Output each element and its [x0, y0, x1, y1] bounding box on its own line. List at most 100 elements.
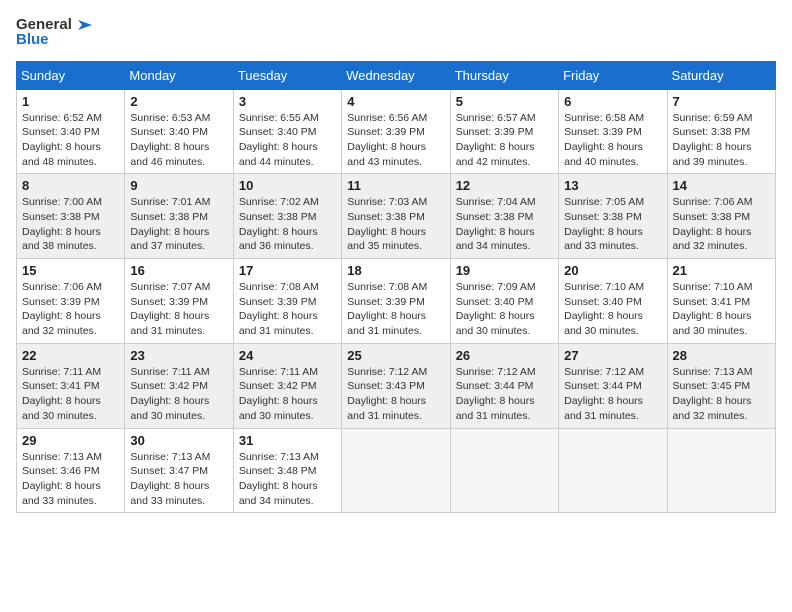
- col-header-wednesday: Wednesday: [342, 61, 450, 89]
- day-info: Sunrise: 7:13 AMSunset: 3:45 PMDaylight:…: [673, 365, 770, 424]
- day-number: 11: [347, 178, 444, 193]
- day-number: 31: [239, 433, 336, 448]
- day-info: Sunrise: 7:13 AMSunset: 3:47 PMDaylight:…: [130, 450, 227, 509]
- day-info: Sunrise: 7:13 AMSunset: 3:46 PMDaylight:…: [22, 450, 119, 509]
- day-info: Sunrise: 6:57 AMSunset: 3:39 PMDaylight:…: [456, 111, 553, 170]
- calendar-cell: [450, 428, 558, 513]
- calendar-cell: [559, 428, 667, 513]
- calendar-cell: 24 Sunrise: 7:11 AMSunset: 3:42 PMDayligh…: [233, 343, 341, 428]
- calendar-cell: 20Sunrise: 7:10 AMSunset: 3:40 PMDayligh…: [559, 259, 667, 344]
- calendar-cell: 19 Sunrise: 7:09 AMSunset: 3:40 PMDayligh…: [450, 259, 558, 344]
- calendar-cell: 22 Sunrise: 7:11 AMSunset: 3:41 PMDayligh…: [17, 343, 125, 428]
- calendar-cell: 8 Sunrise: 7:00 AMSunset: 3:38 PMDaylight…: [17, 174, 125, 259]
- day-info: Sunrise: 7:01 AMSunset: 3:38 PMDaylight:…: [130, 195, 227, 254]
- calendar-cell: [667, 428, 775, 513]
- calendar-cell: 21 Sunrise: 7:10 AMSunset: 3:41 PMDayligh…: [667, 259, 775, 344]
- day-number: 22: [22, 348, 119, 363]
- page-header: General Blue: [16, 16, 776, 49]
- calendar-cell: 31 Sunrise: 7:13 AMSunset: 3:48 PMDayligh…: [233, 428, 341, 513]
- calendar-cell: 18Sunrise: 7:08 AMSunset: 3:39 PMDayligh…: [342, 259, 450, 344]
- day-number: 4: [347, 94, 444, 109]
- day-info: Sunrise: 7:10 AMSunset: 3:41 PMDaylight:…: [673, 280, 770, 339]
- calendar-cell: 13 Sunrise: 7:05 AMSunset: 3:38 PMDayligh…: [559, 174, 667, 259]
- day-number: 7: [673, 94, 770, 109]
- day-info: Sunrise: 7:07 AMSunset: 3:39 PMDaylight:…: [130, 280, 227, 339]
- day-info: Sunrise: 7:00 AMSunset: 3:38 PMDaylight:…: [22, 195, 119, 254]
- calendar-cell: 23 Sunrise: 7:11 AMSunset: 3:42 PMDayligh…: [125, 343, 233, 428]
- day-number: 2: [130, 94, 227, 109]
- day-info: Sunrise: 7:11 AMSunset: 3:41 PMDaylight:…: [22, 365, 119, 424]
- day-number: 29: [22, 433, 119, 448]
- calendar-week-3: 15Sunrise: 7:06 AMSunset: 3:39 PMDayligh…: [17, 259, 776, 344]
- calendar-cell: 27 Sunrise: 7:12 AMSunset: 3:44 PMDayligh…: [559, 343, 667, 428]
- day-info: Sunrise: 7:12 AMSunset: 3:44 PMDaylight:…: [564, 365, 661, 424]
- day-number: 6: [564, 94, 661, 109]
- day-info: Sunrise: 7:04 AMSunset: 3:38 PMDaylight:…: [456, 195, 553, 254]
- calendar-cell: 17Sunrise: 7:08 AMSunset: 3:39 PMDayligh…: [233, 259, 341, 344]
- day-number: 13: [564, 178, 661, 193]
- calendar-week-5: 29 Sunrise: 7:13 AMSunset: 3:46 PMDayligh…: [17, 428, 776, 513]
- col-header-monday: Monday: [125, 61, 233, 89]
- day-info: Sunrise: 7:10 AMSunset: 3:40 PMDaylight:…: [564, 280, 661, 339]
- col-header-thursday: Thursday: [450, 61, 558, 89]
- day-number: 14: [673, 178, 770, 193]
- day-info: Sunrise: 7:13 AMSunset: 3:48 PMDaylight:…: [239, 450, 336, 509]
- calendar-cell: [342, 428, 450, 513]
- calendar-week-1: 1 Sunrise: 6:52 AMSunset: 3:40 PMDaylight…: [17, 89, 776, 174]
- calendar-cell: 26Sunrise: 7:12 AMSunset: 3:44 PMDayligh…: [450, 343, 558, 428]
- day-number: 23: [130, 348, 227, 363]
- calendar-cell: 9Sunrise: 7:01 AMSunset: 3:38 PMDaylight…: [125, 174, 233, 259]
- day-number: 15: [22, 263, 119, 278]
- calendar-cell: 10 Sunrise: 7:02 AMSunset: 3:38 PMDayligh…: [233, 174, 341, 259]
- day-info: Sunrise: 7:03 AMSunset: 3:38 PMDaylight:…: [347, 195, 444, 254]
- logo-blue-text: Blue: [16, 32, 92, 49]
- calendar-cell: 14Sunrise: 7:06 AMSunset: 3:38 PMDayligh…: [667, 174, 775, 259]
- day-info: Sunrise: 6:55 AMSunset: 3:40 PMDaylight:…: [239, 111, 336, 170]
- calendar-week-4: 22 Sunrise: 7:11 AMSunset: 3:41 PMDayligh…: [17, 343, 776, 428]
- calendar-cell: 4Sunrise: 6:56 AMSunset: 3:39 PMDaylight…: [342, 89, 450, 174]
- day-number: 26: [456, 348, 553, 363]
- day-info: Sunrise: 7:08 AMSunset: 3:39 PMDaylight:…: [239, 280, 336, 339]
- calendar-header-row: SundayMondayTuesdayWednesdayThursdayFrid…: [17, 61, 776, 89]
- logo: General Blue: [16, 16, 92, 49]
- day-number: 12: [456, 178, 553, 193]
- day-number: 27: [564, 348, 661, 363]
- day-number: 1: [22, 94, 119, 109]
- day-info: Sunrise: 6:52 AMSunset: 3:40 PMDaylight:…: [22, 111, 119, 170]
- day-number: 25: [347, 348, 444, 363]
- calendar-table: SundayMondayTuesdayWednesdayThursdayFrid…: [16, 61, 776, 514]
- calendar-cell: 11 Sunrise: 7:03 AMSunset: 3:38 PMDayligh…: [342, 174, 450, 259]
- day-number: 24: [239, 348, 336, 363]
- day-info: Sunrise: 7:12 AMSunset: 3:43 PMDaylight:…: [347, 365, 444, 424]
- day-number: 19: [456, 263, 553, 278]
- calendar-cell: 1 Sunrise: 6:52 AMSunset: 3:40 PMDaylight…: [17, 89, 125, 174]
- calendar-cell: 28 Sunrise: 7:13 AMSunset: 3:45 PMDayligh…: [667, 343, 775, 428]
- day-number: 8: [22, 178, 119, 193]
- day-number: 30: [130, 433, 227, 448]
- day-info: Sunrise: 7:11 AMSunset: 3:42 PMDaylight:…: [239, 365, 336, 424]
- calendar-cell: 12 Sunrise: 7:04 AMSunset: 3:38 PMDayligh…: [450, 174, 558, 259]
- calendar-cell: 15Sunrise: 7:06 AMSunset: 3:39 PMDayligh…: [17, 259, 125, 344]
- calendar-cell: 3 Sunrise: 6:55 AMSunset: 3:40 PMDaylight…: [233, 89, 341, 174]
- day-info: Sunrise: 7:11 AMSunset: 3:42 PMDaylight:…: [130, 365, 227, 424]
- day-number: 28: [673, 348, 770, 363]
- day-info: Sunrise: 6:58 AMSunset: 3:39 PMDaylight:…: [564, 111, 661, 170]
- calendar-cell: 2Sunrise: 6:53 AMSunset: 3:40 PMDaylight…: [125, 89, 233, 174]
- calendar-cell: 6 Sunrise: 6:58 AMSunset: 3:39 PMDaylight…: [559, 89, 667, 174]
- col-header-saturday: Saturday: [667, 61, 775, 89]
- day-number: 10: [239, 178, 336, 193]
- day-info: Sunrise: 7:05 AMSunset: 3:38 PMDaylight:…: [564, 195, 661, 254]
- day-info: Sunrise: 7:02 AMSunset: 3:38 PMDaylight:…: [239, 195, 336, 254]
- calendar-cell: 30 Sunrise: 7:13 AMSunset: 3:47 PMDayligh…: [125, 428, 233, 513]
- day-info: Sunrise: 6:59 AMSunset: 3:38 PMDaylight:…: [673, 111, 770, 170]
- calendar-week-2: 8 Sunrise: 7:00 AMSunset: 3:38 PMDaylight…: [17, 174, 776, 259]
- calendar-cell: 16Sunrise: 7:07 AMSunset: 3:39 PMDayligh…: [125, 259, 233, 344]
- day-number: 21: [673, 263, 770, 278]
- calendar-cell: 29 Sunrise: 7:13 AMSunset: 3:46 PMDayligh…: [17, 428, 125, 513]
- calendar-cell: 5 Sunrise: 6:57 AMSunset: 3:39 PMDaylight…: [450, 89, 558, 174]
- day-number: 5: [456, 94, 553, 109]
- day-info: Sunrise: 7:09 AMSunset: 3:40 PMDaylight:…: [456, 280, 553, 339]
- col-header-friday: Friday: [559, 61, 667, 89]
- col-header-sunday: Sunday: [17, 61, 125, 89]
- day-number: 3: [239, 94, 336, 109]
